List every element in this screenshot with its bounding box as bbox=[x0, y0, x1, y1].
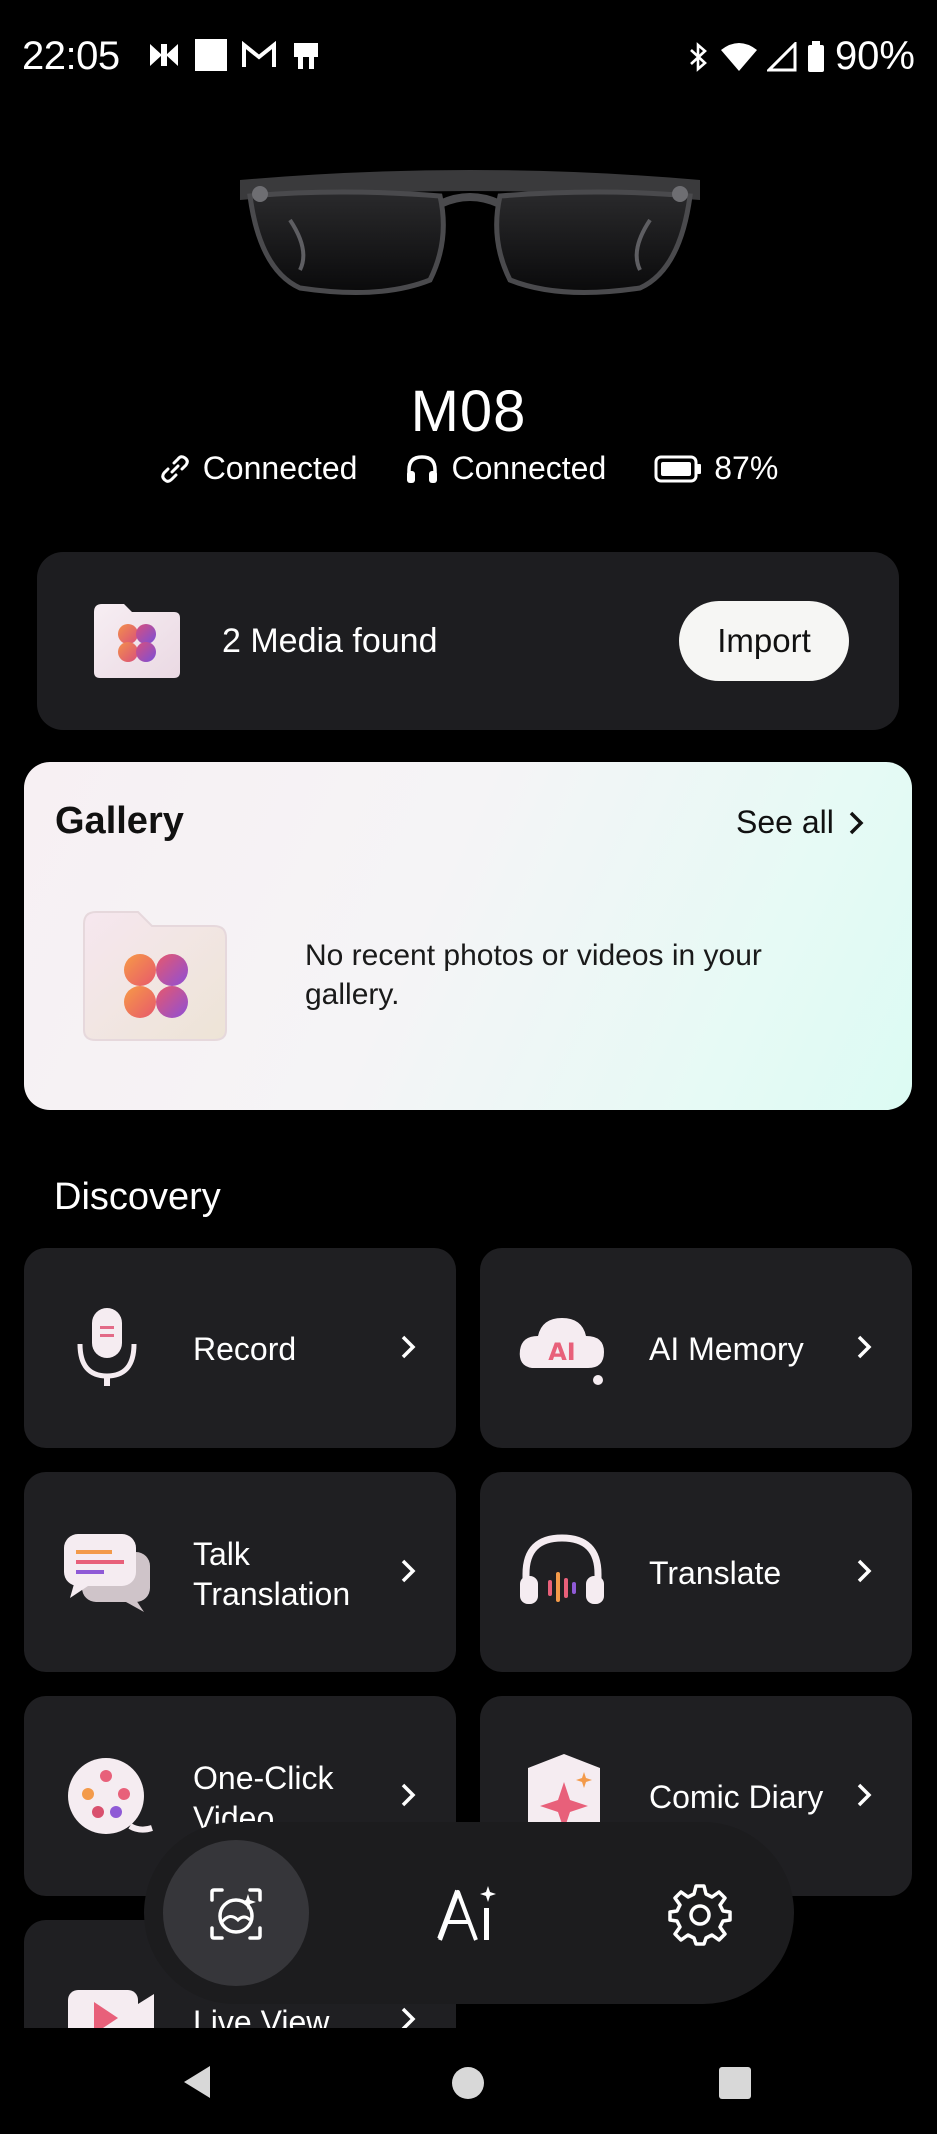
gallery-nav-icon bbox=[210, 1888, 262, 1940]
tile-label-comic-diary: Comic Diary bbox=[649, 1779, 824, 1815]
status-left-icons bbox=[148, 38, 322, 72]
recents-icon[interactable] bbox=[718, 2066, 752, 2100]
media-icon bbox=[150, 44, 178, 66]
tile-label-translate: Translate bbox=[649, 1555, 782, 1591]
ai-nav-icon[interactable] bbox=[436, 1882, 502, 1946]
see-all-label: See all bbox=[736, 804, 834, 840]
link-status-text: Connected bbox=[202, 450, 358, 486]
media-found-text: 2 Media found bbox=[222, 622, 438, 660]
microphone-icon bbox=[77, 1308, 137, 1386]
audio-status-text: Connected bbox=[451, 450, 607, 486]
chevron-right-icon bbox=[849, 811, 864, 834]
status-battery-text: 90% bbox=[834, 34, 915, 78]
chevron-right-icon bbox=[401, 1335, 416, 1359]
link-status: Connected bbox=[159, 450, 358, 487]
film-reel-icon bbox=[68, 1758, 153, 1834]
chevron-right-icon bbox=[857, 1783, 872, 1807]
link-icon bbox=[160, 454, 189, 483]
device-battery-text: 87% bbox=[714, 450, 779, 486]
status-right: 90% bbox=[687, 34, 915, 79]
audio-status: Connected bbox=[405, 450, 606, 487]
device-battery-icon bbox=[654, 455, 702, 482]
gmail-icon bbox=[242, 41, 276, 67]
device-battery: 87% bbox=[654, 450, 778, 487]
home-icon[interactable] bbox=[451, 2066, 485, 2100]
tile-label-ai-memory: AI Memory bbox=[649, 1331, 804, 1367]
settings-nav-icon[interactable] bbox=[668, 1882, 732, 1946]
device-name: M08 bbox=[410, 379, 527, 444]
gallery-empty-message: No recent photos or videos in your galle… bbox=[305, 939, 762, 1011]
chevron-right-icon bbox=[401, 1783, 416, 1807]
chevron-right-icon bbox=[401, 1559, 416, 1583]
status-time: 22:05 bbox=[22, 34, 120, 78]
ai-badge-text: AI bbox=[548, 1338, 576, 1366]
import-button[interactable]: Import bbox=[679, 601, 849, 681]
glasses-image bbox=[240, 170, 700, 295]
headphones-icon bbox=[407, 454, 438, 483]
back-icon[interactable] bbox=[180, 2064, 216, 2100]
gallery-title: Gallery bbox=[55, 800, 184, 842]
see-all-link[interactable]: See all bbox=[736, 804, 864, 841]
ai-memory-icon: AI bbox=[519, 1318, 604, 1385]
gallery-folder-icon bbox=[83, 911, 227, 1041]
device-icon bbox=[294, 43, 318, 69]
discovery-title: Discovery bbox=[54, 1176, 221, 1218]
chat-bubbles-icon bbox=[64, 1534, 150, 1612]
wifi-icon bbox=[720, 42, 757, 71]
stop-icon bbox=[195, 39, 227, 71]
chevron-right-icon bbox=[857, 1559, 872, 1583]
battery-icon bbox=[807, 40, 824, 72]
bluetooth-icon bbox=[690, 41, 707, 72]
signal-icon bbox=[766, 41, 797, 71]
tile-label-talk-translation: Talk Translation bbox=[193, 1536, 351, 1612]
headphones-translate-icon bbox=[520, 1534, 604, 1604]
tile-label-record: Record bbox=[193, 1331, 297, 1367]
media-folder-icon bbox=[94, 604, 180, 678]
chevron-right-icon bbox=[857, 1335, 872, 1359]
connection-status-row: Connected Connected 87% bbox=[0, 450, 937, 487]
